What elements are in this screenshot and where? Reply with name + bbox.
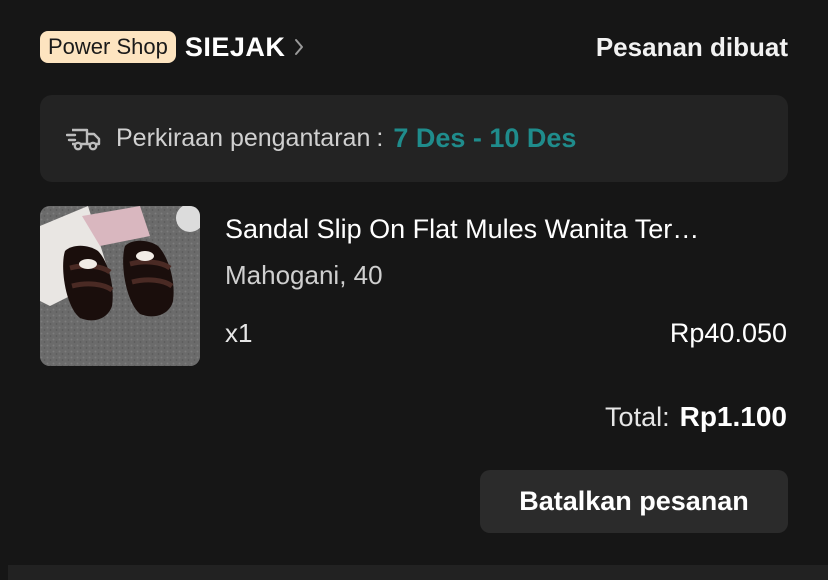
power-shop-badge: Power Shop	[40, 31, 176, 63]
shop-name-link[interactable]: SIEJAK	[185, 32, 286, 63]
delivery-separator: :	[376, 124, 384, 152]
product-thumbnail[interactable]	[40, 206, 200, 366]
delivery-truck-icon	[66, 125, 102, 153]
delivery-estimate-card: Perkiraan pengantaran : 7 Des - 10 Des	[40, 95, 788, 182]
next-section-divider	[8, 565, 828, 580]
total-value: Rp1.100	[679, 401, 787, 432]
cancel-order-button[interactable]: Batalkan pesanan	[480, 470, 788, 533]
order-header: Power Shop SIEJAK Pesanan dibuat	[40, 28, 788, 66]
order-status: Pesanan dibuat	[595, 31, 788, 62]
chevron-right-icon[interactable]	[293, 37, 305, 57]
delivery-label: Perkiraan pengantaran	[116, 124, 371, 152]
total-label: Total:	[605, 402, 670, 432]
product-variant: Mahogani, 40	[225, 260, 383, 290]
product-title[interactable]: Sandal Slip On Flat Mules Wanita Ter…	[225, 214, 785, 245]
order-total: Total: Rp1.100	[605, 401, 787, 433]
product-quantity: x1	[225, 318, 253, 348]
product-price: Rp40.050	[669, 318, 787, 348]
delivery-date-range: 7 Des - 10 Des	[393, 123, 577, 153]
